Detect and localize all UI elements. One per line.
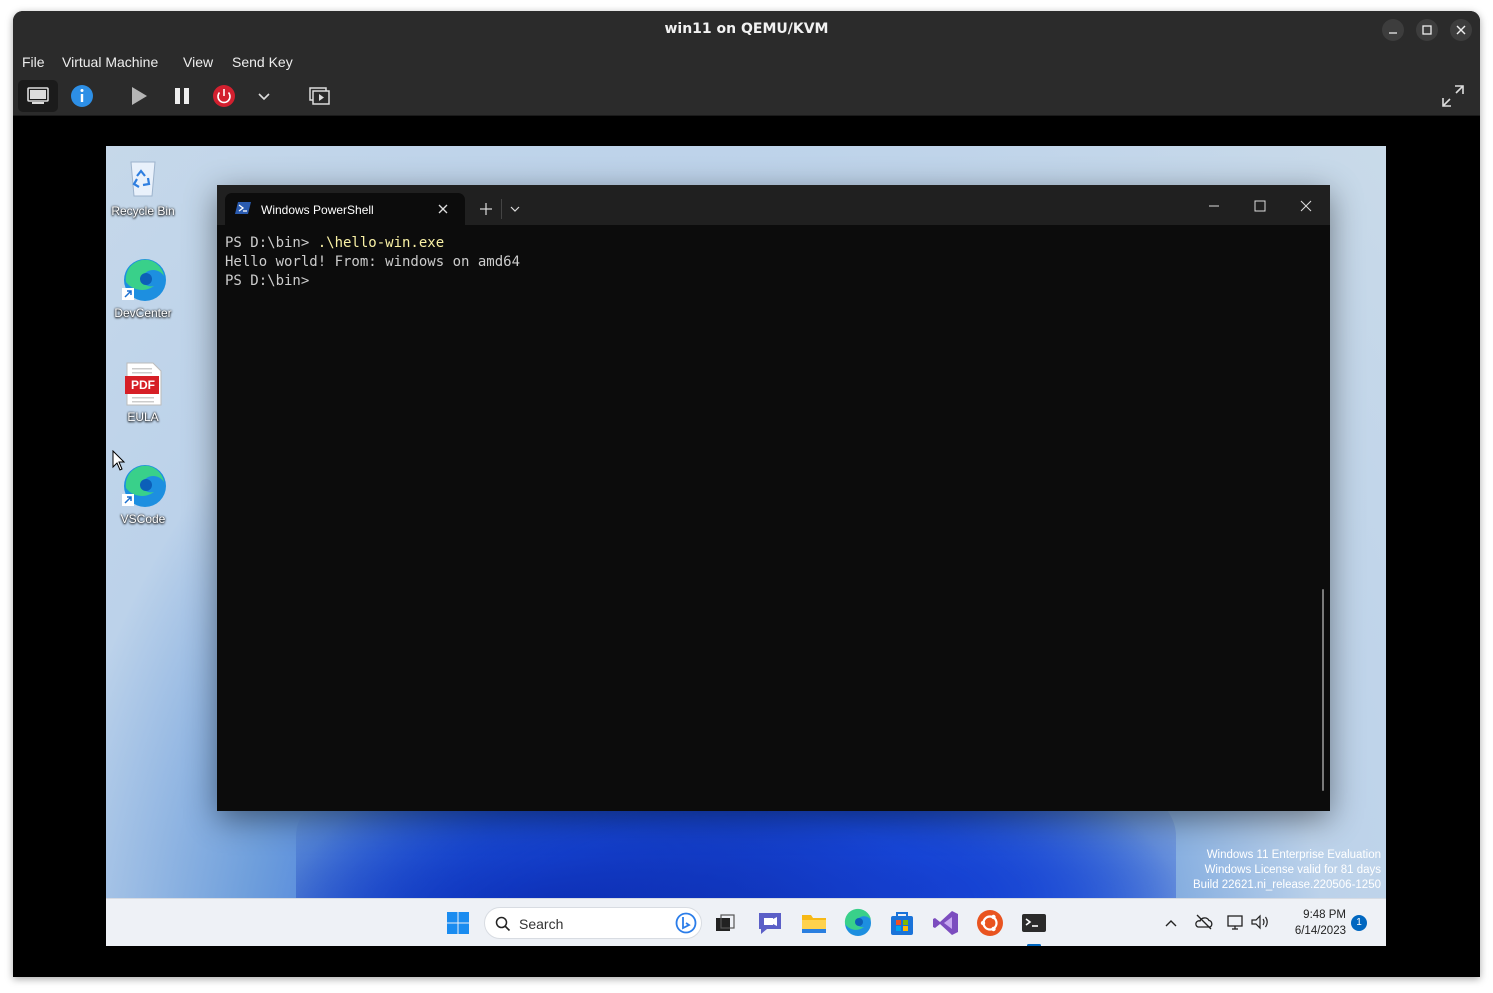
powershell-window[interactable]: Windows PowerShell PS D:\bin> .\hello-wi… [217,185,1330,811]
terminal-line: PS D:\bin> .\hello-win.exe [225,235,445,251]
pdf-file-icon: PDF [119,360,167,408]
clock-time: 9:48 PM [1303,909,1346,921]
snapshots-icon[interactable] [298,80,338,112]
run-play-icon[interactable] [119,80,159,112]
terminal-line: Hello world! From: windows on amd64 [225,254,521,270]
terminal-close-icon[interactable] [1299,199,1313,213]
host-titlebar[interactable]: win11 on QEMU/KVM [13,11,1480,48]
volume-icon[interactable] [1250,913,1270,931]
desktop-icon-label: DevCenter [114,306,172,320]
desktop-icon-devcenter[interactable]: DevCenter [106,256,180,320]
taskbar-search-box[interactable]: Search [484,907,702,939]
tab-windows-powershell[interactable]: Windows PowerShell [225,193,465,225]
menu-virtual-machine[interactable]: Virtual Machine [62,54,158,70]
terminal-maximize-icon[interactable] [1253,199,1267,213]
clock[interactable]: 9:48 PM 6/14/2023 [1278,907,1346,939]
notification-badge[interactable]: 1 [1351,915,1367,931]
console-icon[interactable] [18,80,58,112]
close-icon[interactable] [1450,19,1472,41]
show-hidden-icons-chevron[interactable] [1164,917,1178,929]
recycle-bin-icon [119,154,167,202]
edge-icon[interactable] [842,907,874,939]
ubuntu-icon[interactable] [974,907,1006,939]
edge-shortcut-icon [119,256,167,304]
desktop-icon-label: Recycle Bin [111,204,175,218]
tab-dropdown-chevron-icon[interactable] [509,205,521,213]
desktop-icon-recycle-bin[interactable]: Recycle Bin [106,154,180,218]
minimize-icon[interactable] [1382,19,1404,41]
active-app-indicator [1027,944,1041,946]
store-icon[interactable] [886,907,918,939]
evaluation-watermark: Windows 11 Enterprise Evaluation Windows… [1193,849,1381,891]
terminal-tabbar[interactable]: Windows PowerShell [217,185,1330,225]
desktop-icon-label: EULA [127,410,159,424]
network-icon[interactable] [1226,913,1246,931]
search-icon [495,916,511,932]
tab-close-icon[interactable] [437,203,449,215]
menu-view[interactable]: View [183,54,213,70]
bing-chat-icon[interactable] [675,912,697,934]
details-info-icon[interactable] [62,80,102,112]
fullscreen-icon[interactable] [1433,80,1473,112]
virt-manager-window: win11 on QEMU/KVM File Virtual Machine V… [13,11,1480,977]
clock-date: 6/14/2023 [1294,925,1346,937]
power-icon[interactable] [204,80,244,112]
task-view-icon[interactable] [708,907,740,939]
search-placeholder: Search [519,916,564,932]
edge-shortcut-icon [119,462,167,510]
terminal-output[interactable]: PS D:\bin> .\hello-win.exe Hello world! F… [225,234,1314,291]
windows-taskbar: Search 9:48 PM 6/14/2023 1 [106,898,1386,946]
terminal-minimize-icon[interactable] [1207,199,1221,213]
onedrive-icon[interactable] [1194,913,1214,931]
visual-studio-icon[interactable] [930,907,962,939]
menu-file[interactable]: File [22,54,45,70]
guest-display[interactable]: Recycle Bin DevCenter PDF EULA VSCode Wi… [106,146,1386,946]
toolbar [13,76,1480,116]
file-explorer-icon[interactable] [798,907,830,939]
start-icon[interactable] [442,907,474,939]
new-tab-plus-icon[interactable] [479,202,493,216]
terminal-scrollbar[interactable] [1322,589,1324,791]
desktop-icon-eula[interactable]: PDF EULA [106,360,180,424]
teams-chat-icon[interactable] [754,907,786,939]
chevron-down-icon[interactable] [244,80,284,112]
terminal-icon[interactable] [1018,907,1050,946]
tab-title: Windows PowerShell [261,203,374,217]
pause-icon[interactable] [162,80,202,112]
menubar: File Virtual Machine View Send Key [13,48,1480,76]
menu-send-key[interactable]: Send Key [232,54,293,70]
pdf-badge: PDF [131,378,155,392]
terminal-line: PS D:\bin> [225,273,310,289]
mouse-cursor-icon [112,450,126,471]
window-title: win11 on QEMU/KVM [664,21,829,37]
powershell-icon [235,202,251,214]
maximize-icon[interactable] [1416,19,1438,41]
tab-divider [501,199,502,219]
desktop-icon-label: VSCode [120,512,166,526]
